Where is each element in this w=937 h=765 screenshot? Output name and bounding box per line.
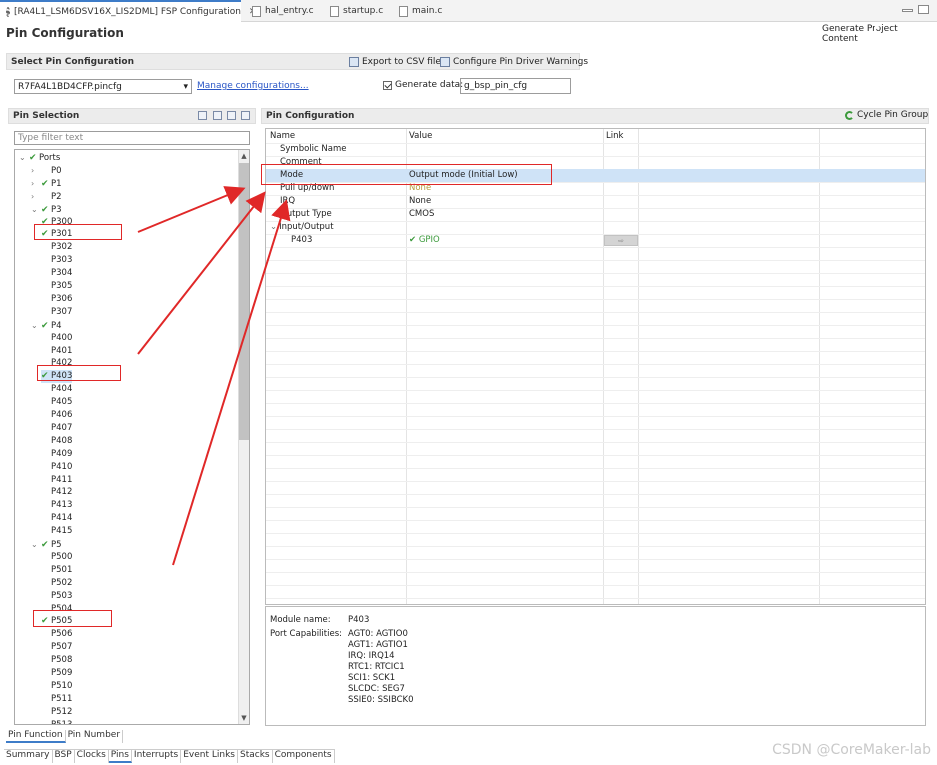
annotation-arrows bbox=[137, 186, 291, 566]
arrow-p403 bbox=[137, 191, 266, 355]
arrow-p505 bbox=[172, 199, 291, 566]
watermark: CSDN @CoreMaker-lab bbox=[772, 742, 931, 758]
arrow-p301 bbox=[137, 186, 246, 233]
